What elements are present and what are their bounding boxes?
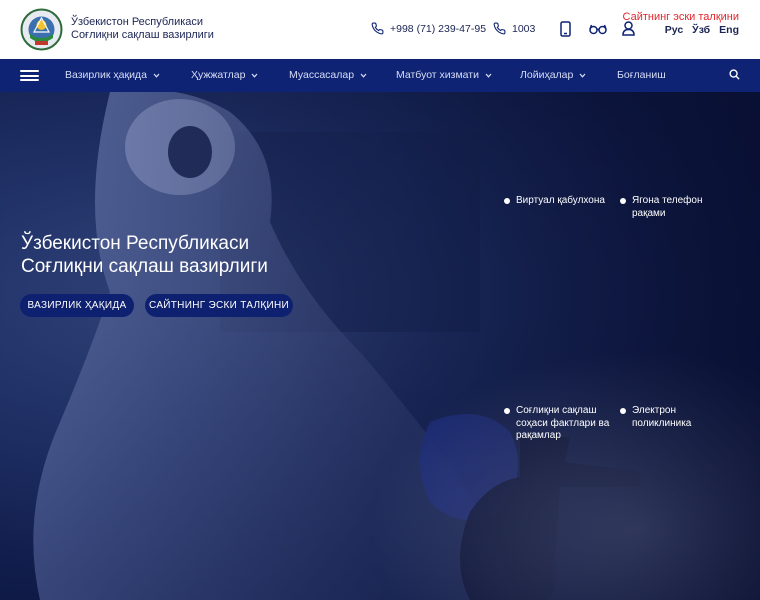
bullet-dot-icon [620,408,626,414]
quick-link-e-polyclinic[interactable]: Электрон поликлиника [620,405,722,430]
short-phone-number: 1003 [512,22,536,35]
old-site-link[interactable]: Сайтнинг эски талқини [623,11,739,23]
nav-item-projects[interactable]: Лойиҳалар [520,69,586,81]
quick-link-facts-figures[interactable]: Соғлиқни сақлаш соҳаси фактлари ва рақам… [504,405,616,443]
quick-link-label: Ягона телефон рақами [632,195,703,219]
top-header: Ўзбекистон Республикаси Соғлиқни сақлаш … [0,0,760,59]
hamburger-menu-icon[interactable] [20,70,39,81]
quick-link-hotline[interactable]: Ягона телефон рақами [620,195,722,220]
nav-item-label: Матбуот хизмати [396,69,479,81]
chevron-down-icon [251,73,258,78]
org-name-line2: Соғлиқни сақлаш вазирлиги [71,29,214,41]
chevron-down-icon [153,73,160,78]
bullet-dot-icon [504,408,510,414]
search-icon[interactable] [729,69,740,80]
phone-icon [371,22,384,35]
hero-title-line1: Ўзбекистон Республикаси [21,233,250,254]
hero-banner: Ўзбекистон Республикаси Соғлиқни сақлаш … [0,92,760,600]
nav-item-label: Муассасалар [289,69,355,81]
phone-icon [493,22,506,35]
chevron-down-icon [485,73,492,78]
user-icon[interactable] [622,21,635,36]
language-switcher: Рус Ўзб Eng [665,24,739,36]
lang-en[interactable]: Eng [719,24,739,36]
nav-item-about[interactable]: Вазирлик ҳақида [65,69,160,81]
mobile-icon[interactable] [560,21,571,37]
hero-title: Ўзбекистон Республикаси Соғлиқни сақлаш … [21,232,268,278]
nav-item-institutions[interactable]: Муассасалар [289,69,367,81]
nav-item-label: Ҳужжатлар [191,69,246,81]
short-phone-contact[interactable]: 1003 [493,22,535,35]
org-name-line1: Ўзбекистон Республикаси [71,16,204,28]
bullet-dot-icon [620,198,626,204]
organization-name[interactable]: Ўзбекистон Республикаси Соғлиқни сақлаш … [71,16,214,42]
old-site-button[interactable]: САЙТНИНГ ЭСКИ ТАЛҚИНИ [145,294,293,317]
nav-item-label: Вазирлик ҳақида [65,69,147,81]
quick-link-virtual-reception[interactable]: Виртуал қабулхона [504,195,616,208]
lang-ru[interactable]: Рус [665,24,683,36]
nav-item-press[interactable]: Матбуот хизмати [396,69,492,81]
nav-item-contact[interactable]: Боғланиш [617,69,666,81]
quick-link-label: Виртуал қабулхона [516,195,605,206]
glasses-icon[interactable] [589,23,607,35]
hero-title-line2: Соғлиқни сақлаш вазирлиги [21,256,268,277]
hero-background-image [0,92,760,600]
state-emblem-logo[interactable] [20,8,63,51]
nav-item-label: Боғланиш [617,69,666,81]
quick-link-label: Электрон поликлиника [632,405,692,429]
about-ministry-button[interactable]: ВАЗИРЛИК ҲАҚИДА [20,294,134,317]
chevron-down-icon [360,73,367,78]
quick-link-label: Соғлиқни сақлаш соҳаси фактлари ва рақам… [516,405,610,441]
nav-item-label: Лойиҳалар [520,69,574,81]
phone-number: +998 (71) 239-47-95 [390,22,487,35]
bullet-dot-icon [504,198,510,204]
phone-contact[interactable]: +998 (71) 239-47-95 [371,22,486,35]
lang-uz[interactable]: Ўзб [692,24,710,36]
chevron-down-icon [579,73,586,78]
main-navigation: Вазирлик ҳақида Ҳужжатлар Муассасалар Ма… [0,59,760,92]
nav-item-documents[interactable]: Ҳужжатлар [191,69,258,81]
